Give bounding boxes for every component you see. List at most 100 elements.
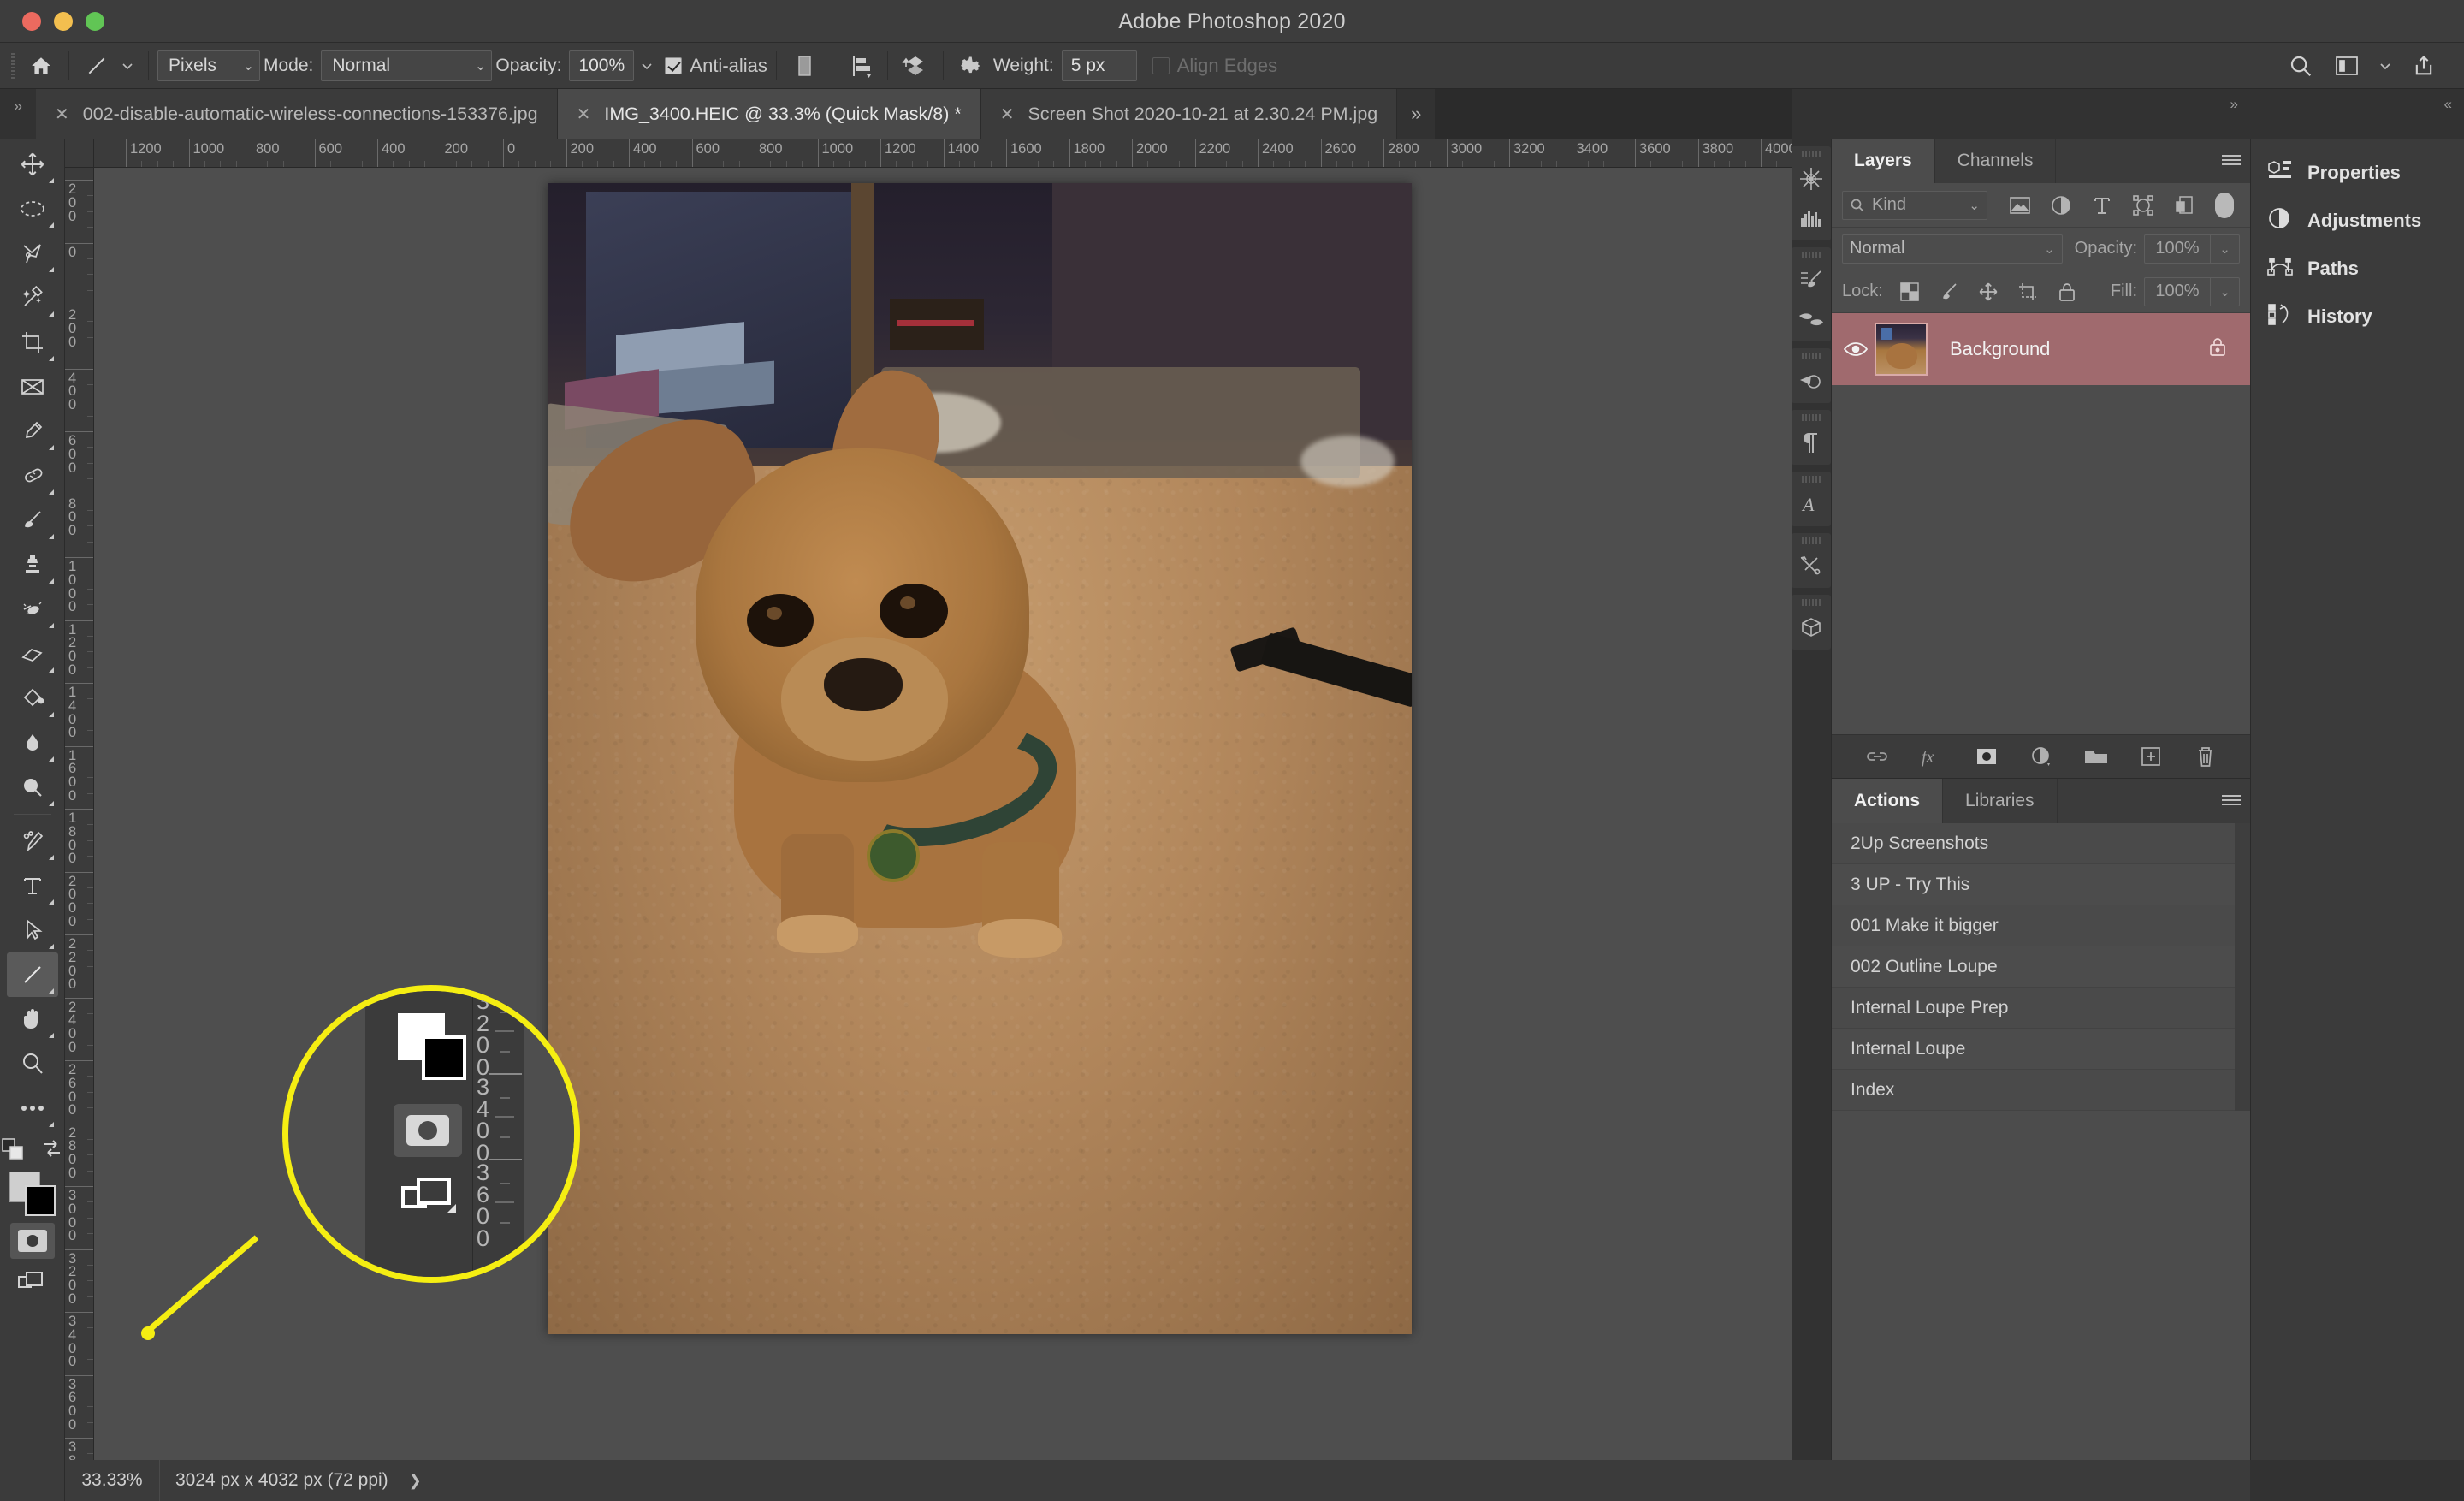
screen-mode-button[interactable] [10, 1264, 55, 1300]
close-icon[interactable]: ✕ [55, 104, 69, 125]
opacity-chevron-icon[interactable] [634, 49, 660, 83]
document-tab-active[interactable]: ✕ IMG_3400.HEIC @ 33.3% (Quick Mask/8) * [557, 89, 981, 139]
list-item[interactable]: 001 Make it bigger [1832, 905, 2235, 946]
clone-stamp-tool[interactable] [7, 543, 58, 587]
double-chevron-right-icon[interactable]: » [1397, 89, 1436, 139]
search-icon[interactable] [2279, 49, 2322, 83]
clone-source-icon[interactable] [1792, 361, 1831, 400]
layer-filter-kind-select[interactable]: Kind ⌄ [1842, 190, 1987, 220]
workspace-icon[interactable] [2325, 49, 2368, 83]
type-layer-filter-icon[interactable] [2083, 188, 2121, 222]
brush-settings-icon[interactable] [1792, 260, 1831, 300]
anti-alias-checkbox[interactable]: Anti-alias [665, 55, 767, 77]
align-edges-checkbox[interactable]: Align Edges [1152, 55, 1277, 77]
panel-menu-icon[interactable] [2212, 779, 2250, 823]
document-tab[interactable]: ✕ Screen Shot 2020-10-21 at 2.30.24 PM.j… [980, 89, 1398, 139]
blur-tool[interactable] [7, 721, 58, 765]
gear-icon[interactable] [952, 49, 990, 83]
path-alignment-icon[interactable] [841, 49, 879, 83]
brushes-icon[interactable] [1792, 300, 1831, 339]
blend-mode-select[interactable]: Normal ⌄ [321, 50, 493, 81]
color-wheel-icon[interactable] [1792, 159, 1831, 199]
eraser-tool[interactable] [7, 632, 58, 676]
lock-artboard-icon[interactable] [2010, 276, 2046, 308]
weight-input[interactable]: 5 px [1061, 50, 1137, 81]
list-item[interactable]: Index [1832, 1070, 2235, 1111]
lasso-tool[interactable] [7, 231, 58, 276]
tab-channels[interactable]: Channels [1934, 139, 2057, 183]
panel-menu-icon[interactable] [2212, 139, 2250, 183]
document-tab[interactable]: ✕ 002-disable-automatic-wireless-connect… [36, 89, 558, 139]
list-item[interactable]: Internal Loupe Prep [1832, 988, 2235, 1029]
zoom-level-field[interactable]: 33.33% [65, 1460, 159, 1501]
list-item[interactable]: 002 Outline Loupe [1832, 946, 2235, 988]
panel-button-history[interactable]: History [2251, 293, 2464, 341]
line-tool[interactable] [6, 952, 58, 997]
link-icon[interactable] [1858, 739, 1896, 774]
lock-transparent-pixels-icon[interactable] [1892, 276, 1928, 308]
folder-icon[interactable] [2077, 739, 2115, 774]
layer-fill-input[interactable]: 100% [2144, 276, 2211, 306]
share-icon[interactable] [2402, 49, 2445, 83]
eye-icon[interactable] [1837, 340, 1875, 359]
layer-blend-mode-select[interactable]: Normal ⌄ [1842, 234, 2063, 264]
move-tool[interactable] [7, 142, 58, 187]
list-item[interactable]: 2Up Screenshots [1832, 823, 2235, 864]
dodge-tool[interactable] [7, 765, 58, 810]
close-icon[interactable]: ✕ [1000, 104, 1015, 125]
vertical-ruler[interactable]: 200 0 200 400 600 800 1000 1200 1400 1600 1800 2000… [65, 168, 94, 1460]
close-icon[interactable]: ✕ [577, 104, 591, 125]
histogram-icon[interactable] [1792, 199, 1831, 238]
layer-list-empty-area[interactable] [1832, 385, 2250, 734]
color-swatches[interactable] [6, 1170, 59, 1219]
document-canvas[interactable] [548, 183, 1412, 1334]
fill-swatch-icon[interactable] [785, 49, 823, 83]
shape-mode-select[interactable]: Pixels ⌄ [157, 50, 260, 81]
chevron-right-icon[interactable]: ❯ [409, 1472, 422, 1490]
plus-square-icon[interactable] [2132, 739, 2170, 774]
filter-toggle-icon[interactable] [2215, 192, 2234, 218]
tab-libraries[interactable]: Libraries [1943, 779, 2058, 823]
lock-all-icon[interactable] [2049, 276, 2085, 308]
actions-scrollbar[interactable] [2235, 823, 2250, 1111]
paint-bucket-tool[interactable] [7, 676, 58, 721]
layer-thumbnail[interactable] [1875, 323, 1928, 376]
table-row[interactable]: Background [1832, 313, 2250, 385]
type-tool[interactable] [7, 863, 58, 908]
tool-preset-chevron-icon[interactable] [116, 49, 139, 83]
layer-opacity-input[interactable]: 100% [2144, 234, 2211, 264]
half-circle-icon[interactable] [2023, 739, 2060, 774]
magic-wand-tool[interactable] [7, 276, 58, 320]
left-dock-expand-icon[interactable]: » [0, 89, 36, 139]
panel-button-properties[interactable]: Properties [2251, 149, 2464, 197]
character-styles-icon[interactable]: A [1792, 484, 1831, 524]
panel-button-paths[interactable]: Paths [2251, 245, 2464, 293]
default-colors-icon[interactable] [1, 1137, 27, 1166]
fill-chevron-icon[interactable]: ⌄ [2211, 276, 2240, 306]
list-item[interactable]: Internal Loupe [1832, 1029, 2235, 1070]
quick-mask-button[interactable] [9, 1223, 55, 1259]
tab-layers[interactable]: Layers [1832, 139, 1935, 183]
list-item[interactable]: 3 UP - Try This [1832, 864, 2235, 905]
panel-button-adjustments[interactable]: Adjustments [2251, 197, 2464, 245]
brush-tool[interactable] [7, 498, 58, 543]
lock-image-pixels-icon[interactable] [1931, 276, 1967, 308]
lock-position-icon[interactable] [1970, 276, 2006, 308]
document-info[interactable]: 3024 px x 4032 px (72 ppi) ❯ [159, 1460, 437, 1501]
double-chevron-left-icon[interactable]: « [2250, 89, 2464, 139]
ruler-corner[interactable] [65, 139, 94, 168]
elliptical-marquee-tool[interactable] [7, 187, 58, 231]
swap-colors-icon[interactable] [40, 1137, 64, 1166]
trash-icon[interactable] [2187, 739, 2224, 774]
canvas-stage[interactable]: 3200 3400 3600 [94, 168, 1792, 1460]
pixel-layer-filter-icon[interactable] [2001, 188, 2039, 222]
path-arrangement-icon[interactable] [897, 49, 934, 83]
tab-actions[interactable]: Actions [1832, 779, 1944, 823]
crop-tool[interactable] [7, 320, 58, 365]
frame-tool[interactable] [7, 365, 58, 409]
opacity-chevron-icon[interactable]: ⌄ [2211, 234, 2240, 264]
paragraph-icon[interactable] [1792, 423, 1831, 462]
opacity-input[interactable]: 100% [569, 50, 635, 81]
chevron-down-icon[interactable] [2372, 49, 2399, 83]
horizontal-ruler[interactable]: 1200 1000 800 600 400 200 0 200 400 600 800 1000 120… [94, 139, 1792, 168]
